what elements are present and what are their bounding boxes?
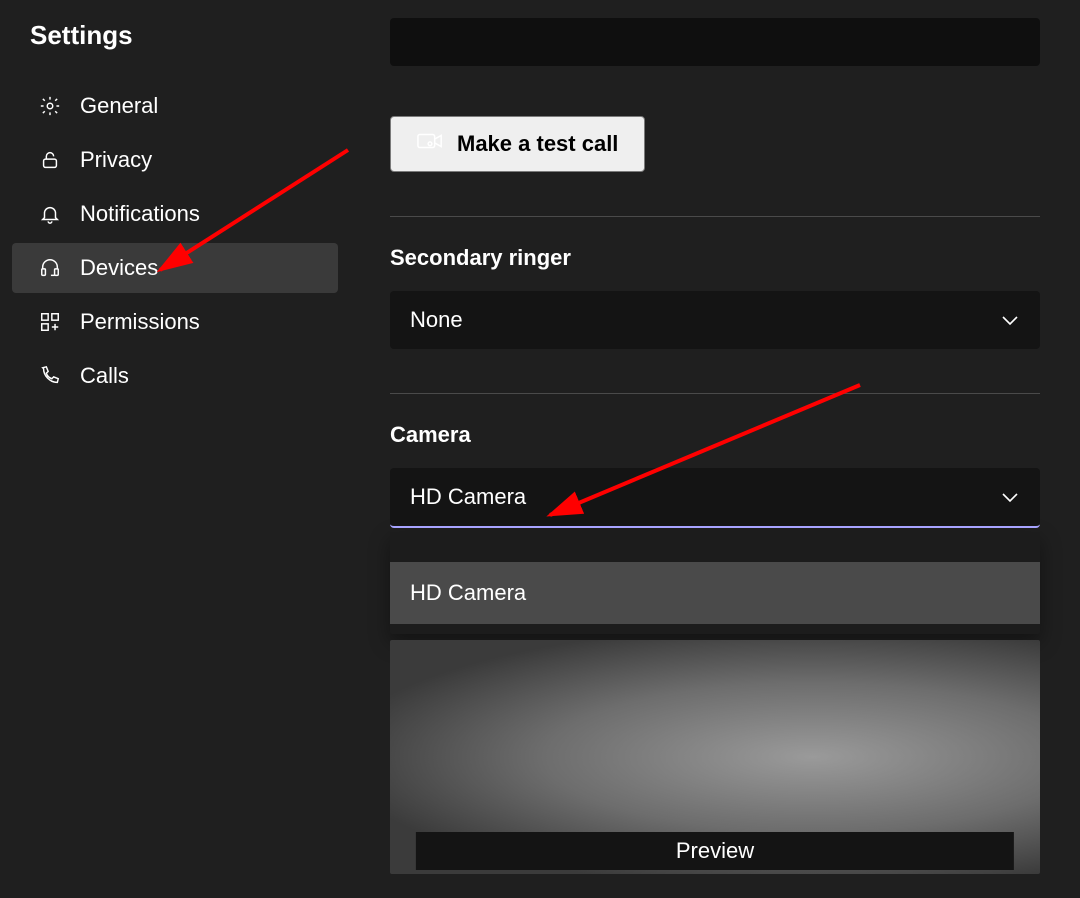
- sidebar-item-label: Privacy: [80, 147, 152, 173]
- sidebar-item-label: General: [80, 93, 158, 119]
- gear-icon: [38, 94, 62, 118]
- apps-icon: [38, 310, 62, 334]
- chevron-down-icon: [1000, 484, 1020, 510]
- sidebar-item-label: Devices: [80, 255, 158, 281]
- make-test-call-button[interactable]: Make a test call: [390, 116, 645, 172]
- camera-select[interactable]: HD Camera: [390, 468, 1040, 528]
- preview-label: Preview: [416, 832, 1014, 870]
- camera-option-hd[interactable]: HD Camera: [390, 562, 1040, 624]
- chevron-down-icon: [1000, 307, 1020, 333]
- camera-dropdown: HD Camera: [390, 532, 1040, 634]
- settings-main: Make a test call Secondary ringer None C…: [350, 0, 1080, 898]
- camera-label: Camera: [390, 422, 1040, 448]
- select-value: HD Camera: [410, 484, 526, 510]
- secondary-ringer-label: Secondary ringer: [390, 245, 1040, 271]
- select-value: None: [410, 307, 463, 333]
- sidebar-item-label: Notifications: [80, 201, 200, 227]
- sidebar-item-notifications[interactable]: Notifications: [12, 189, 338, 239]
- sidebar-item-calls[interactable]: Calls: [12, 351, 338, 401]
- phone-icon: [38, 364, 62, 388]
- sidebar-item-general[interactable]: General: [12, 81, 338, 131]
- headset-icon: [38, 256, 62, 280]
- settings-sidebar: Settings General Privacy Notifications D…: [0, 0, 350, 898]
- button-label: Make a test call: [457, 131, 618, 157]
- sidebar-item-label: Permissions: [80, 309, 200, 335]
- camera-phone-icon: [417, 131, 443, 157]
- divider: [390, 216, 1040, 217]
- sidebar-item-permissions[interactable]: Permissions: [12, 297, 338, 347]
- sidebar-item-label: Calls: [80, 363, 129, 389]
- lock-icon: [38, 148, 62, 172]
- speaker-select-partial[interactable]: [390, 18, 1040, 66]
- secondary-ringer-select[interactable]: None: [390, 291, 1040, 349]
- sidebar-item-privacy[interactable]: Privacy: [12, 135, 338, 185]
- page-title: Settings: [0, 14, 350, 81]
- bell-icon: [38, 202, 62, 226]
- camera-preview: Preview: [390, 640, 1040, 874]
- divider: [390, 393, 1040, 394]
- sidebar-item-devices[interactable]: Devices: [12, 243, 338, 293]
